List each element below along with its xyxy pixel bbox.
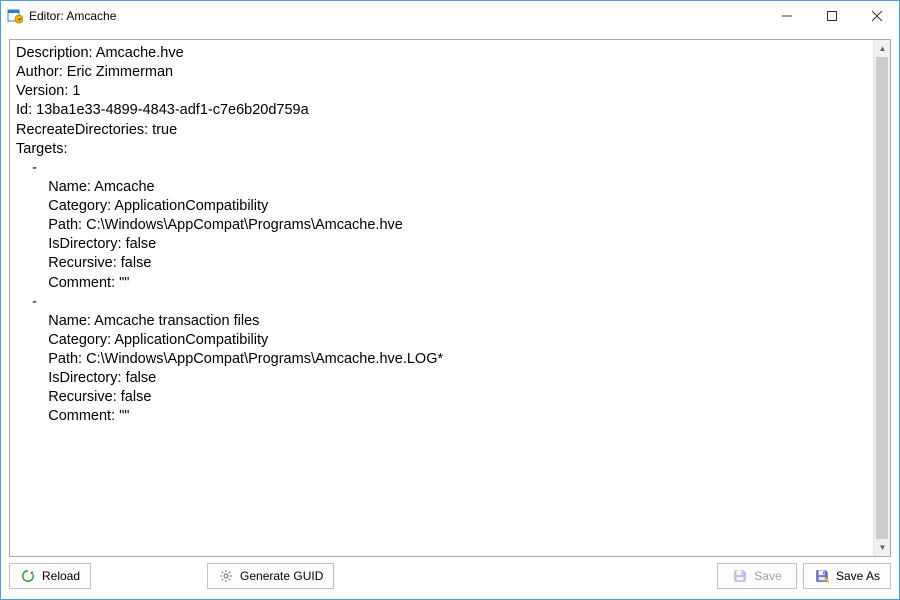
scroll-down-icon[interactable]: ▼ xyxy=(874,539,891,556)
window-title: Editor: Amcache xyxy=(29,9,764,23)
scrollbar-thumb[interactable] xyxy=(876,57,888,539)
save-as-button[interactable]: Save As xyxy=(803,563,891,589)
app-icon xyxy=(7,8,23,24)
save-button[interactable]: Save xyxy=(717,563,797,589)
save-icon xyxy=(732,568,748,584)
window-controls xyxy=(764,1,899,30)
save-as-label: Save As xyxy=(836,569,880,583)
reload-label: Reload xyxy=(42,569,80,583)
scroll-up-icon[interactable]: ▲ xyxy=(874,40,891,57)
reload-icon xyxy=(20,568,36,584)
close-button[interactable] xyxy=(854,1,899,30)
maximize-button[interactable] xyxy=(809,1,854,30)
toolbar-left-group: Reload xyxy=(9,563,334,591)
yaml-editor[interactable]: Description: Amcache.hve Author: Eric Zi… xyxy=(10,40,873,556)
save-label: Save xyxy=(754,569,781,583)
client-area: Description: Amcache.hve Author: Eric Zi… xyxy=(1,31,899,599)
vertical-scrollbar[interactable]: ▲ ▼ xyxy=(873,40,890,556)
generate-guid-label: Generate GUID xyxy=(240,569,323,583)
titlebar: Editor: Amcache xyxy=(1,1,899,31)
editor-window: Editor: Amcache Description: Amcache.hve… xyxy=(0,0,900,600)
gear-icon xyxy=(218,568,234,584)
bottom-toolbar: Reload xyxy=(9,563,891,591)
reload-button[interactable]: Reload xyxy=(9,563,91,589)
generate-guid-button[interactable]: Generate GUID xyxy=(207,563,334,589)
save-as-icon xyxy=(814,568,830,584)
editor-container: Description: Amcache.hve Author: Eric Zi… xyxy=(9,39,891,557)
toolbar-right-group: Save Save As xyxy=(717,563,891,591)
minimize-button[interactable] xyxy=(764,1,809,30)
